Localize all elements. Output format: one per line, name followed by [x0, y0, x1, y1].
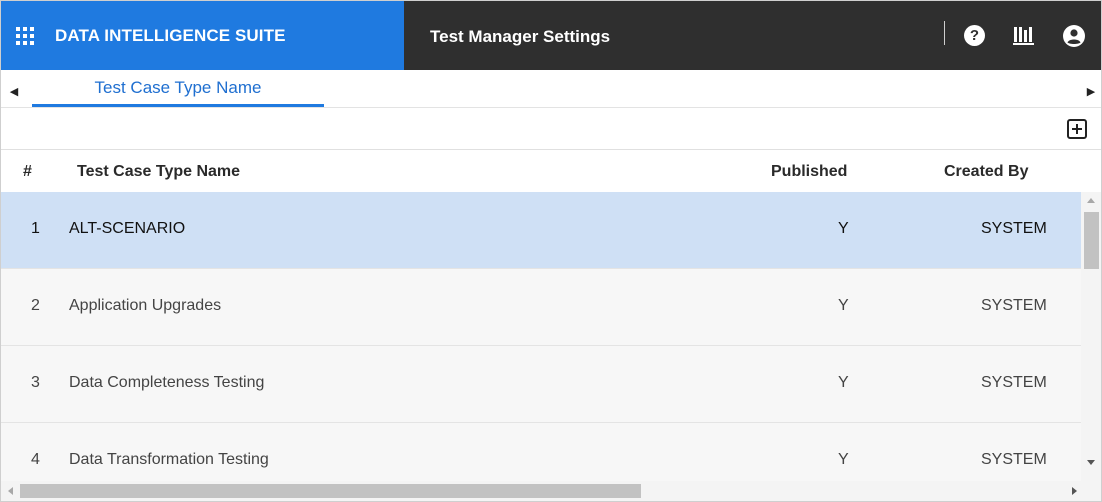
scroll-left-icon[interactable]	[8, 487, 13, 495]
scroll-up-icon[interactable]	[1087, 198, 1095, 203]
column-header-name[interactable]: Test Case Type Name	[77, 163, 240, 181]
scroll-right-icon[interactable]	[1072, 487, 1077, 495]
row-number: 1	[31, 220, 40, 237]
table-row[interactable]: 2 Application Upgrades Y SYSTEM	[1, 269, 1081, 346]
scroll-down-icon[interactable]	[1087, 460, 1095, 465]
app-window: DATA INTELLIGENCE SUITE Test Manager Set…	[0, 0, 1102, 502]
row-created-by: SYSTEM	[981, 451, 1047, 468]
row-published: Y	[838, 297, 849, 314]
table-header: # Test Case Type Name Published Created …	[1, 149, 1101, 192]
row-created-by: SYSTEM	[981, 220, 1047, 237]
row-created-by: SYSTEM	[981, 374, 1047, 391]
column-header-number[interactable]: #	[23, 163, 32, 181]
row-name: Data Completeness Testing	[69, 374, 265, 391]
row-published: Y	[838, 451, 849, 468]
library-icon[interactable]	[1013, 25, 1035, 46]
vertical-scrollbar[interactable]	[1081, 192, 1101, 481]
page-title: Test Manager Settings	[430, 27, 611, 46]
top-bar: DATA INTELLIGENCE SUITE Test Manager Set…	[1, 1, 1101, 70]
user-icon[interactable]	[1063, 25, 1085, 47]
brand-title: DATA INTELLIGENCE SUITE	[55, 25, 286, 45]
horizontal-scroll-thumb[interactable]	[20, 484, 641, 498]
grid-toolbar	[1, 108, 1101, 149]
tab-scroll-right-icon[interactable]: ▶	[1080, 70, 1101, 108]
help-icon[interactable]: ?	[964, 25, 985, 46]
row-published: Y	[838, 374, 849, 391]
brand-area: DATA INTELLIGENCE SUITE	[1, 1, 404, 70]
column-header-published[interactable]: Published	[771, 163, 847, 181]
tab-strip: ◀ Test Case Type Name ▶	[1, 70, 1101, 108]
horizontal-scrollbar[interactable]	[1, 481, 1101, 501]
tab-test-case-type-name[interactable]: Test Case Type Name	[32, 70, 324, 107]
row-created-by: SYSTEM	[981, 297, 1047, 314]
table-row[interactable]: 4 Data Transformation Testing Y SYSTEM	[1, 423, 1081, 481]
tab-scroll-left-icon[interactable]: ◀	[3, 70, 25, 108]
header-divider	[944, 21, 945, 45]
vertical-scroll-thumb[interactable]	[1084, 212, 1099, 269]
row-name: ALT-SCENARIO	[69, 220, 186, 237]
row-name: Data Transformation Testing	[69, 451, 269, 468]
add-icon[interactable]	[1067, 119, 1087, 139]
table-body: 1 ALT-SCENARIO Y SYSTEM 2 Application Up…	[1, 192, 1081, 481]
apps-grid-icon[interactable]	[16, 26, 34, 45]
table-row[interactable]: 3 Data Completeness Testing Y SYSTEM	[1, 346, 1081, 423]
table-row[interactable]: 1 ALT-SCENARIO Y SYSTEM	[1, 192, 1081, 269]
row-number: 4	[31, 451, 40, 468]
row-name: Application Upgrades	[69, 297, 222, 314]
row-number: 2	[31, 297, 40, 314]
column-header-created-by[interactable]: Created By	[944, 163, 1028, 181]
row-published: Y	[838, 220, 849, 237]
row-number: 3	[31, 374, 40, 391]
